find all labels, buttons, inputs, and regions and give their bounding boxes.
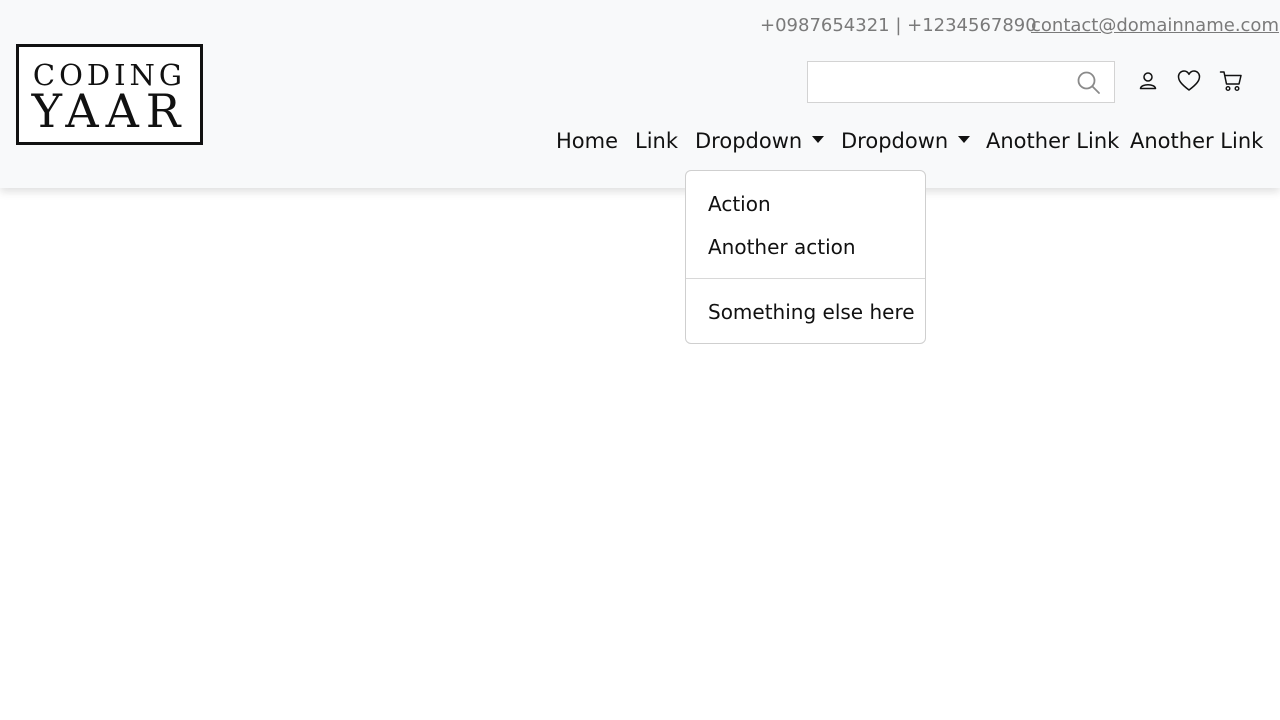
nav-dropdown-toggle-1[interactable]: Dropdown — [695, 126, 825, 156]
cart-icon[interactable] — [1218, 68, 1244, 94]
dropdown-divider — [686, 278, 925, 279]
contact-email-link[interactable]: contact@domainname.com — [1031, 14, 1279, 38]
site-header: CODING YAAR +0987654321 | +1234567890 co… — [0, 0, 1280, 188]
nav-dropdown-toggle-2[interactable]: Dropdown — [841, 126, 971, 156]
nav-link-label: Dropdown — [841, 129, 949, 153]
nav-link-home[interactable]: Home — [556, 126, 618, 156]
heart-icon[interactable] — [1176, 68, 1202, 94]
dropdown-item-action[interactable]: Action — [708, 190, 771, 218]
search-box — [807, 61, 1115, 103]
caret-down-icon — [958, 135, 971, 143]
dropdown-item-something-else[interactable]: Something else here — [708, 298, 915, 326]
nav-link-label: Home — [556, 129, 619, 153]
dropdown-menu: Action Another action Something else her… — [685, 170, 926, 344]
brand-logo[interactable]: CODING YAAR — [16, 44, 203, 145]
nav-link-another-link-1[interactable]: Another Link — [986, 126, 1119, 156]
user-icon[interactable] — [1135, 68, 1161, 94]
contact-phone-numbers: +0987654321 | +1234567890 — [760, 15, 1037, 36]
nav-link-label: Dropdown — [695, 129, 803, 153]
dropdown-item-another-action[interactable]: Another action — [708, 233, 856, 261]
nav-link-label: Another Link — [1130, 129, 1264, 153]
nav-link-label: Another Link — [986, 129, 1120, 153]
nav-link-another-link-2[interactable]: Another Link — [1130, 126, 1263, 156]
search-input[interactable] — [808, 62, 1068, 102]
nav-link-label: Link — [635, 129, 679, 153]
caret-down-icon — [812, 135, 825, 143]
logo-text-line2: YAAR — [31, 84, 188, 138]
search-icon[interactable] — [1076, 70, 1102, 96]
nav-link-link[interactable]: Link — [635, 126, 678, 156]
